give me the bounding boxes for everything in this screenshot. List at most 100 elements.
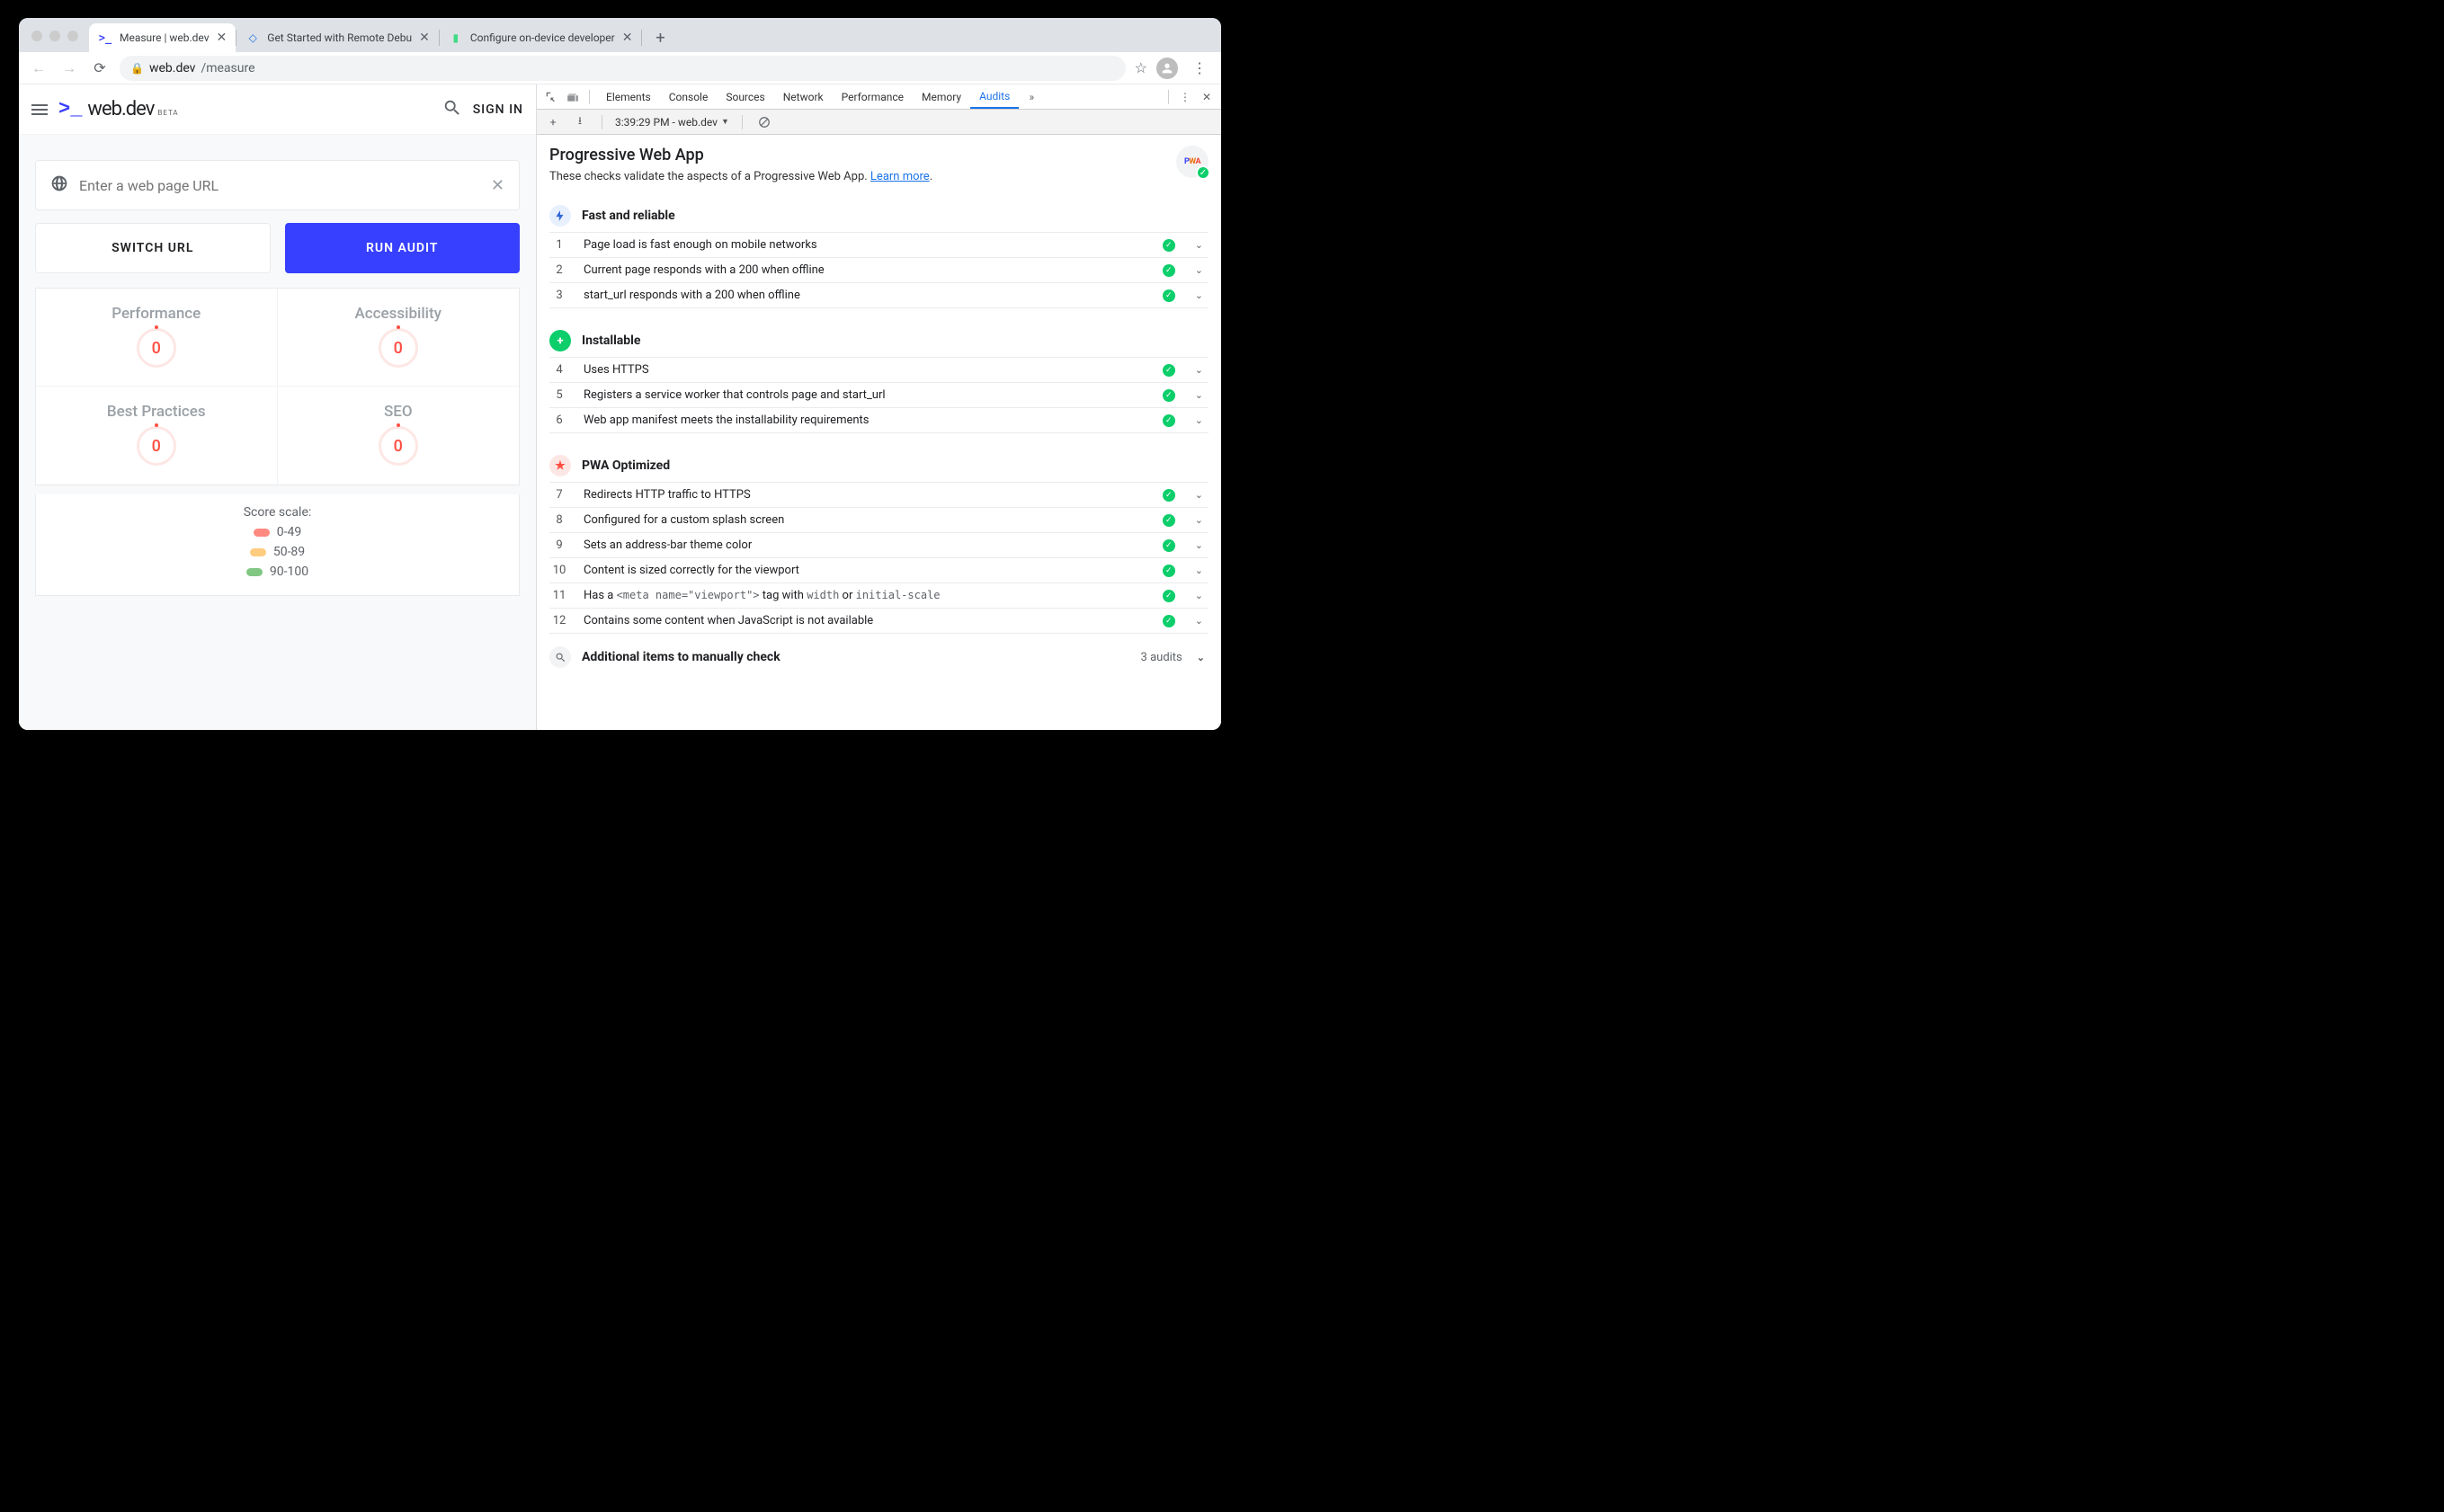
favicon-icon: >_ xyxy=(98,31,112,45)
devtools-tab-bar: ElementsConsoleSourcesNetworkPerformance… xyxy=(537,84,1221,110)
devtools-menu-icon[interactable]: ⋮ xyxy=(1176,91,1194,103)
nav-back-button[interactable]: ← xyxy=(28,58,49,79)
run-audit-button[interactable]: RUN AUDIT xyxy=(285,223,521,273)
devtools-tab[interactable]: Memory xyxy=(913,84,970,109)
devtools-tab[interactable]: Network xyxy=(774,84,833,109)
devtools-close-icon[interactable]: ✕ xyxy=(1198,91,1216,103)
more-tabs-icon[interactable]: » xyxy=(1022,91,1040,103)
report-description: These checks validate the aspects of a P… xyxy=(549,170,932,183)
score-label: Performance xyxy=(111,305,201,323)
pwa-badge-icon: PWA ✓ xyxy=(1176,146,1209,178)
hamburger-menu-button[interactable] xyxy=(31,104,48,115)
audit-text: Page load is fast enough on mobile netwo… xyxy=(584,238,1146,252)
pass-icon: ✓ xyxy=(1163,565,1175,577)
audit-row[interactable]: 7Redirects HTTP traffic to HTTPS✓⌄ xyxy=(549,483,1209,508)
tab-title: Configure on-device developer xyxy=(470,31,615,44)
tabs-row: >_Measure | web.dev✕◇Get Started with Re… xyxy=(89,18,642,52)
webdev-logo[interactable]: >_ web.dev BETA xyxy=(58,98,179,120)
section-title: PWA Optimized xyxy=(582,458,670,473)
audit-section: Fast and reliable1Page load is fast enou… xyxy=(549,200,1209,308)
switch-url-button[interactable]: SWITCH URL xyxy=(35,223,271,273)
manual-checks-row[interactable]: Additional items to manually check 3 aud… xyxy=(549,646,1209,668)
favicon-icon: ▮ xyxy=(449,31,463,45)
tab-close-icon[interactable]: ✕ xyxy=(217,31,227,45)
traffic-light-close[interactable] xyxy=(31,31,42,41)
inspect-element-icon[interactable] xyxy=(542,91,560,103)
audit-row[interactable]: 10 Content is sized correctly for the vie… xyxy=(549,558,1209,583)
legend-dot-green xyxy=(246,568,263,576)
audit-row[interactable]: 1Page load is fast enough on mobile netw… xyxy=(549,233,1209,258)
new-audit-icon[interactable]: + xyxy=(544,116,562,129)
traffic-light-min[interactable] xyxy=(49,31,60,41)
audit-number: 7 xyxy=(551,488,567,502)
score-gauge: 0 xyxy=(137,328,176,368)
audit-row[interactable]: 4Uses HTTPS✓⌄ xyxy=(549,358,1209,383)
sign-in-button[interactable]: SIGN IN xyxy=(473,102,523,117)
devtools-tab[interactable]: Console xyxy=(660,84,718,109)
audit-text: Content is sized correctly for the viewp… xyxy=(584,564,1146,577)
score-gauge: 0 xyxy=(379,426,418,466)
audit-row[interactable]: 3start_url responds with a 200 when offl… xyxy=(549,283,1209,308)
pass-icon: ✓ xyxy=(1163,615,1175,627)
browser-tab[interactable]: ▮ Configure on-device developer ✕ xyxy=(440,23,642,52)
pass-icon: ✓ xyxy=(1163,514,1175,527)
devtools-tab[interactable]: Performance xyxy=(833,84,913,109)
tab-close-icon[interactable]: ✕ xyxy=(419,31,430,45)
chevron-down-icon: ⌄ xyxy=(1191,389,1207,401)
favicon-icon: ◇ xyxy=(245,31,260,45)
chevron-down-icon: ⌄ xyxy=(1191,590,1207,601)
chevron-down-icon: ⌄ xyxy=(1191,414,1207,426)
score-legend: Score scale: 0-49 50-89 90-100 xyxy=(35,494,520,596)
clear-icon[interactable]: ✕ xyxy=(491,176,504,195)
address-bar[interactable]: 🔒 web.dev/measure xyxy=(120,56,1126,81)
window-controls xyxy=(31,31,78,41)
audit-row[interactable]: 8Configured for a custom splash screen✓⌄ xyxy=(549,508,1209,533)
audit-number: 10 xyxy=(551,564,567,577)
legend-dot-red xyxy=(254,529,270,537)
clear-icon[interactable] xyxy=(755,116,773,129)
browser-tab[interactable]: >_Measure | web.dev✕ xyxy=(89,23,236,52)
search-icon[interactable] xyxy=(442,98,462,121)
report-selector[interactable]: 3:39:29 PM - web.dev▼ xyxy=(615,116,729,129)
manual-checks-title: Additional items to manually check xyxy=(582,650,780,664)
audit-text: Current page responds with a 200 when of… xyxy=(584,263,1146,277)
url-input[interactable] xyxy=(79,177,480,194)
audit-row[interactable]: 2 Current page responds with a 200 when o… xyxy=(549,258,1209,283)
webdev-measure-page: >_ web.dev BETA SIGN IN ✕ SWITCH URL RUN… xyxy=(19,84,537,730)
traffic-light-max[interactable] xyxy=(67,31,78,41)
learn-more-link[interactable]: Learn more xyxy=(870,170,930,183)
globe-icon xyxy=(50,174,68,196)
score-gauge: 0 xyxy=(137,426,176,466)
pass-icon: ✓ xyxy=(1163,239,1175,252)
tab-close-icon[interactable]: ✕ xyxy=(622,31,633,45)
audit-row[interactable]: 11Has a <meta name="viewport"> tag with … xyxy=(549,583,1209,609)
audit-row[interactable]: 6Web app manifest meets the installabili… xyxy=(549,408,1209,433)
nav-reload-button[interactable]: ⟳ xyxy=(89,58,111,79)
audit-text: Registers a service worker that controls… xyxy=(584,388,1146,402)
chevron-down-icon: ⌄ xyxy=(1191,264,1207,276)
audit-number: 4 xyxy=(551,363,567,377)
chevron-down-icon: ⌄ xyxy=(1193,652,1209,663)
audit-row[interactable]: 9Sets an address-bar theme color✓⌄ xyxy=(549,533,1209,558)
device-toggle-icon[interactable] xyxy=(564,91,582,103)
bookmark-star-icon[interactable]: ☆ xyxy=(1135,59,1147,76)
chrome-menu-button[interactable]: ⋮ xyxy=(1187,59,1212,76)
devtools-tab[interactable]: Sources xyxy=(717,84,773,109)
new-tab-button[interactable]: + xyxy=(647,25,673,50)
magnifier-icon xyxy=(549,646,571,668)
devtools-tab[interactable]: Audits xyxy=(970,84,1019,109)
tab-strip: >_Measure | web.dev✕◇Get Started with Re… xyxy=(19,18,1221,52)
pass-icon: ✓ xyxy=(1163,389,1175,402)
audit-number: 3 xyxy=(551,289,567,302)
browser-tab[interactable]: ◇Get Started with Remote Debu✕ xyxy=(236,23,439,52)
nav-forward-button[interactable]: → xyxy=(58,58,80,79)
devtools-tab[interactable]: Elements xyxy=(597,84,660,109)
url-host: web.dev xyxy=(149,61,196,76)
audit-row[interactable]: 12Contains some content when JavaScript … xyxy=(549,609,1209,634)
download-icon[interactable]: ⭳ xyxy=(571,112,589,131)
audit-row[interactable]: 5Registers a service worker that control… xyxy=(549,383,1209,408)
audit-text: Configured for a custom splash screen xyxy=(584,513,1146,527)
score-cell: SEO0 xyxy=(278,387,520,485)
audit-number: 2 xyxy=(551,263,567,277)
profile-avatar[interactable] xyxy=(1156,58,1178,79)
